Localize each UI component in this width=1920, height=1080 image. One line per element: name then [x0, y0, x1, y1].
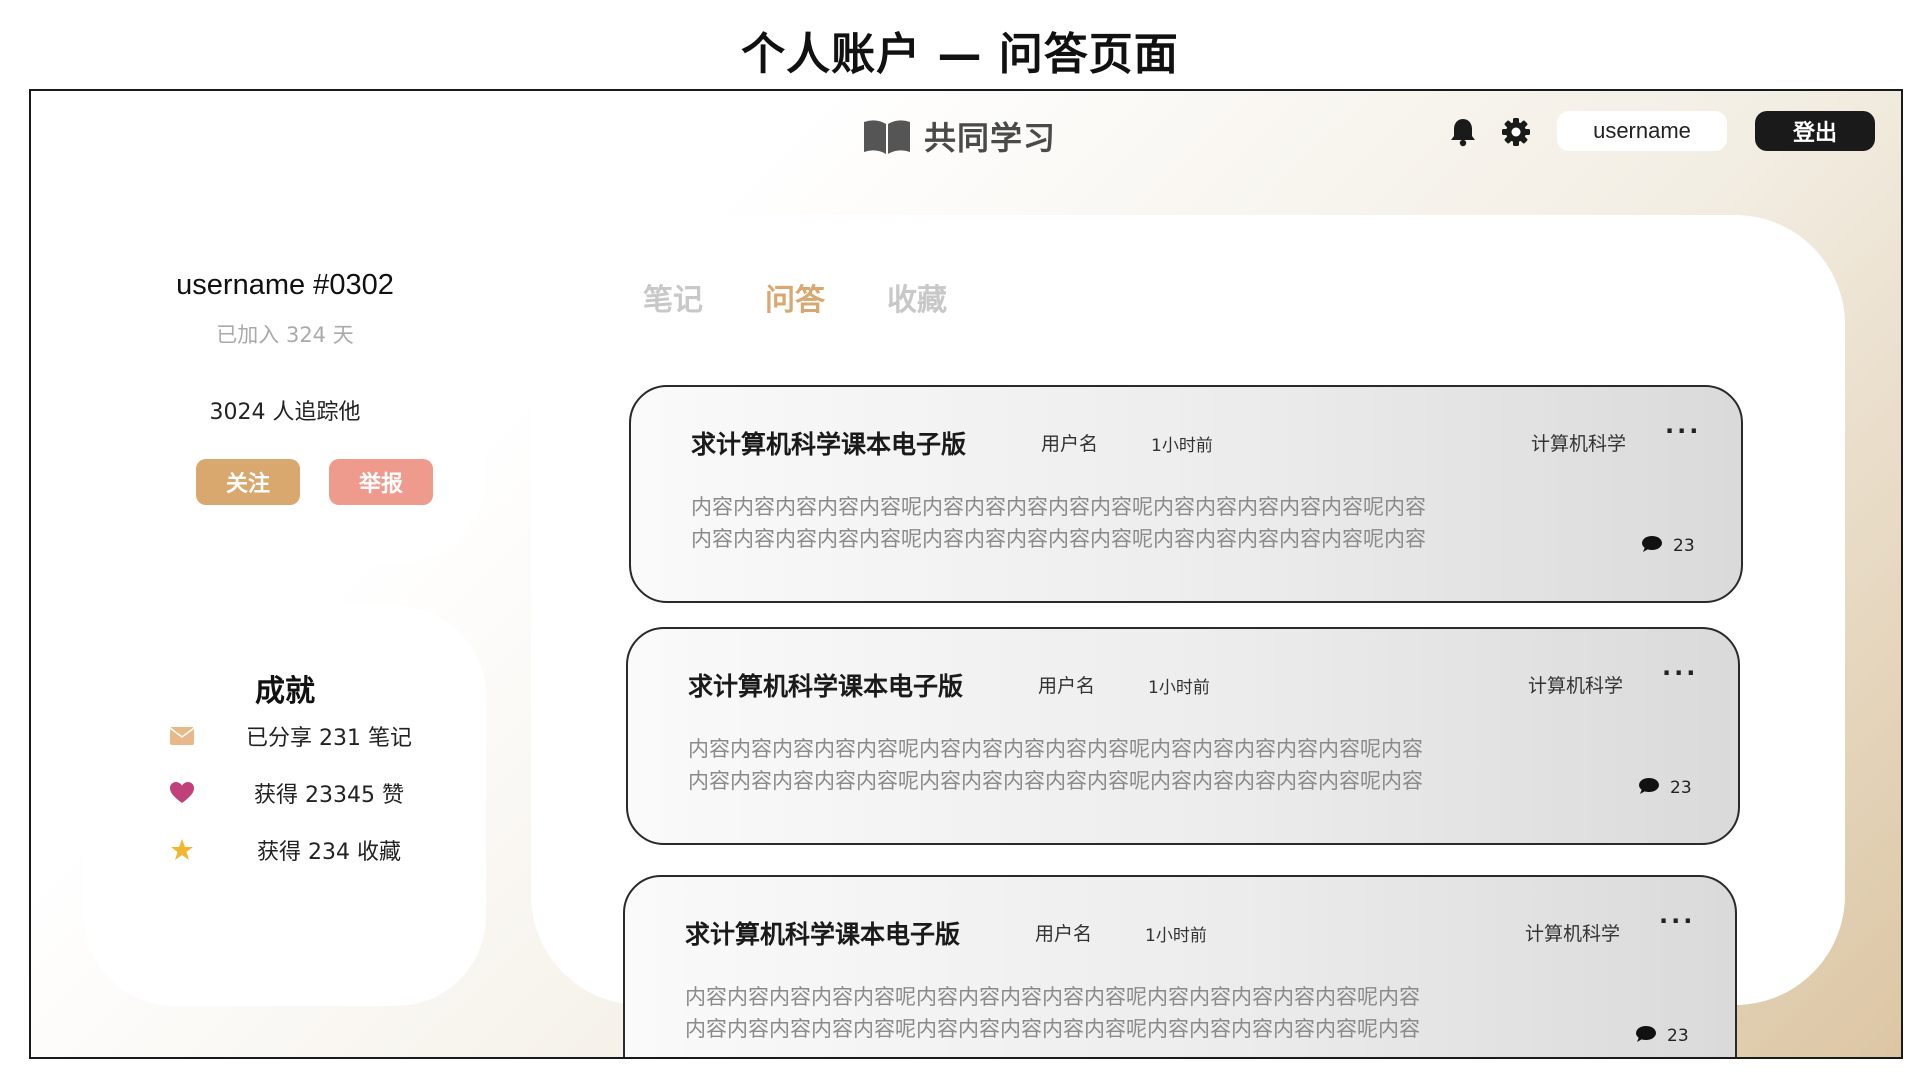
more-options-button[interactable]: ··· [1665, 417, 1701, 445]
app-logo[interactable]: 共同学习 [862, 113, 1056, 159]
more-options-button[interactable]: ··· [1662, 659, 1698, 687]
tab-qa[interactable]: 问答 [765, 275, 825, 319]
question-author[interactable]: 用户名 [1035, 919, 1092, 946]
question-time: 1小时前 [1151, 436, 1213, 456]
question-body: 内容内容内容内容内容呢内容内容内容内容内容呢内容内容内容内容内容呢内容 内容内容… [688, 733, 1528, 797]
achievements-title: 成就 [255, 674, 315, 709]
comment-icon [1641, 535, 1663, 557]
question-card[interactable]: 求计算机科学课本电子版 用户名 1小时前 计算机科学 ··· 内容内容内容内容内… [629, 385, 1743, 603]
question-title[interactable]: 求计算机科学课本电子版 [688, 667, 963, 703]
bell-icon[interactable] [1449, 117, 1477, 151]
profile-follower-count: 3024 人追踪他 [209, 400, 361, 425]
question-title[interactable]: 求计算机科学课本电子版 [691, 425, 966, 461]
question-category[interactable]: 计算机科学 [1525, 919, 1620, 946]
comment-count-value: 23 [1673, 536, 1695, 556]
comment-count[interactable]: 23 [1638, 777, 1692, 799]
question-category[interactable]: 计算机科学 [1528, 671, 1623, 698]
question-card[interactable]: 求计算机科学课本电子版 用户名 1小时前 计算机科学 ··· 内容内容内容内容内… [626, 627, 1740, 845]
achievement-label: 获得 234 收藏 [257, 840, 401, 865]
achievements-card: 成就 已分享 231 笔记 获得 23345 赞 获得 234 收藏 [84, 606, 486, 1006]
star-icon [170, 838, 194, 862]
tab-notes[interactable]: 笔记 [643, 275, 703, 319]
comment-count-value: 23 [1667, 1026, 1689, 1046]
question-body-line: 内容内容内容内容内容呢内容内容内容内容内容呢内容内容内容内容内容呢内容 [685, 1017, 1420, 1041]
comment-count[interactable]: 23 [1641, 535, 1695, 557]
question-time: 1小时前 [1145, 926, 1207, 946]
app-window: 共同学习 username 登出 username #0302 已加入 324 … [29, 89, 1903, 1059]
username-button[interactable]: username [1557, 111, 1727, 151]
page-title: 个人账户 — 问答页面 [741, 29, 1179, 80]
follow-button[interactable]: 关注 [196, 459, 300, 505]
question-body-line: 内容内容内容内容内容呢内容内容内容内容内容呢内容内容内容内容内容呢内容 [688, 737, 1423, 761]
envelope-icon [170, 724, 194, 748]
book-icon [862, 116, 912, 156]
heart-icon [170, 781, 194, 805]
question-title[interactable]: 求计算机科学课本电子版 [685, 915, 960, 951]
comment-icon [1635, 1025, 1657, 1047]
question-time: 1小时前 [1148, 678, 1210, 698]
comment-count[interactable]: 23 [1635, 1025, 1689, 1047]
tab-bar: 笔记 问答 收藏 [643, 275, 947, 319]
profile-card: username #0302 已加入 324 天 3024 人追踪他 关注 举报 [84, 219, 486, 564]
question-body-line: 内容内容内容内容内容呢内容内容内容内容内容呢内容内容内容内容内容呢内容 [685, 985, 1420, 1009]
profile-name: username #0302 [176, 269, 394, 301]
question-body-line: 内容内容内容内容内容呢内容内容内容内容内容呢内容内容内容内容内容呢内容 [691, 495, 1426, 519]
question-author[interactable]: 用户名 [1041, 429, 1098, 456]
comment-icon [1638, 777, 1660, 799]
profile-joined-days: 已加入 324 天 [216, 323, 354, 347]
question-category[interactable]: 计算机科学 [1531, 429, 1626, 456]
tab-favorites[interactable]: 收藏 [887, 275, 947, 319]
gear-icon[interactable] [1501, 117, 1531, 151]
logout-button[interactable]: 登出 [1755, 111, 1875, 151]
question-body-line: 内容内容内容内容内容呢内容内容内容内容内容呢内容内容内容内容内容呢内容 [691, 527, 1426, 551]
question-card[interactable]: 求计算机科学课本电子版 用户名 1小时前 计算机科学 ··· 内容内容内容内容内… [623, 875, 1737, 1057]
achievement-label: 已分享 231 笔记 [246, 726, 412, 751]
question-body-line: 内容内容内容内容内容呢内容内容内容内容内容呢内容内容内容内容内容呢内容 [688, 769, 1423, 793]
question-body: 内容内容内容内容内容呢内容内容内容内容内容呢内容内容内容内容内容呢内容 内容内容… [691, 491, 1531, 555]
comment-count-value: 23 [1670, 778, 1692, 798]
achievement-label: 获得 23345 赞 [254, 783, 404, 808]
question-body: 内容内容内容内容内容呢内容内容内容内容内容呢内容内容内容内容内容呢内容 内容内容… [685, 981, 1525, 1045]
question-author[interactable]: 用户名 [1038, 671, 1095, 698]
more-options-button[interactable]: ··· [1659, 907, 1695, 935]
app-name: 共同学习 [924, 119, 1057, 157]
report-button[interactable]: 举报 [329, 459, 433, 505]
